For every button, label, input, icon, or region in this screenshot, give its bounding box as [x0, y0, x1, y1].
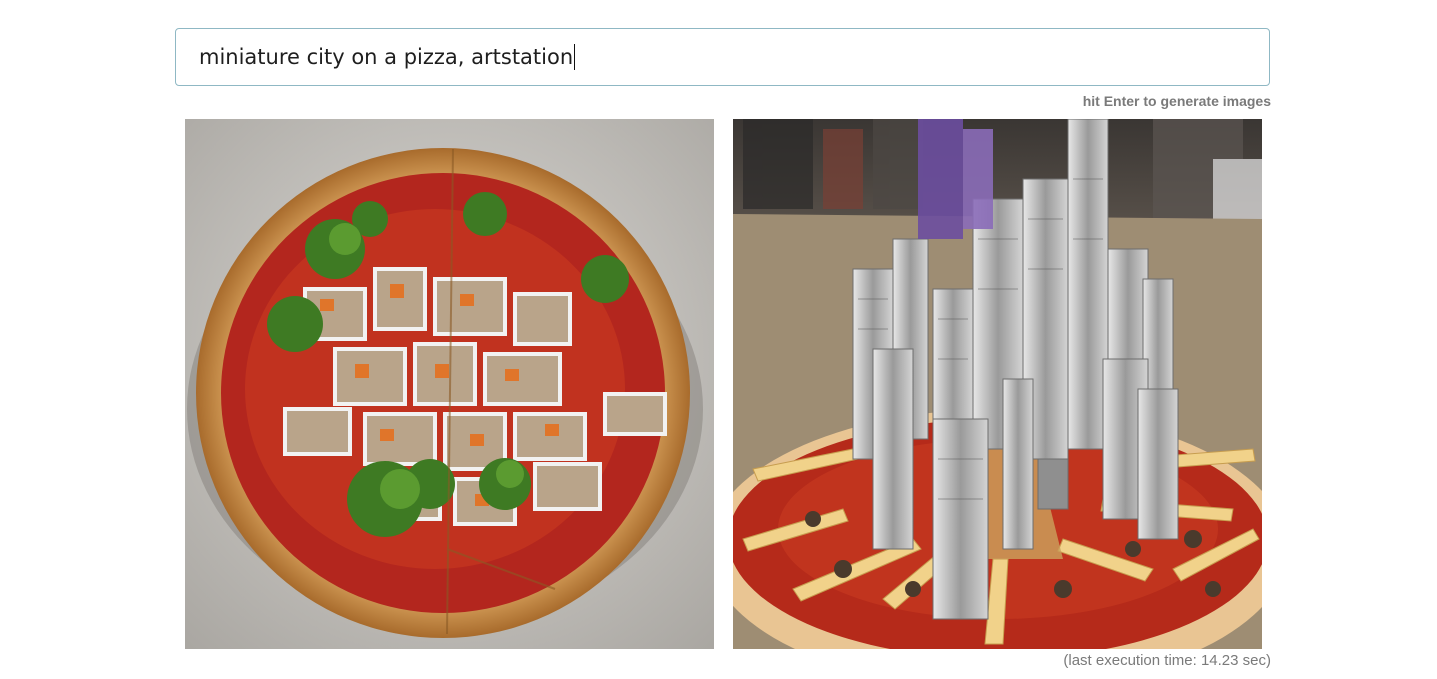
generated-image-1[interactable] [185, 119, 714, 649]
generated-image-2[interactable] [733, 119, 1262, 649]
prompt-input[interactable]: miniature city on a pizza, artstation [175, 28, 1270, 86]
pizza-skyscraper-perspective-image [733, 119, 1262, 649]
text-caret [574, 44, 576, 70]
pizza-city-topview-image [185, 119, 714, 649]
execution-time-label: (last execution time: 14.23 sec) [1063, 652, 1271, 669]
prompt-input-value[interactable]: miniature city on a pizza, artstation [199, 45, 573, 69]
app-root: miniature city on a pizza, artstation hi… [0, 0, 1437, 679]
enter-hint: hit Enter to generate images [1082, 93, 1271, 109]
